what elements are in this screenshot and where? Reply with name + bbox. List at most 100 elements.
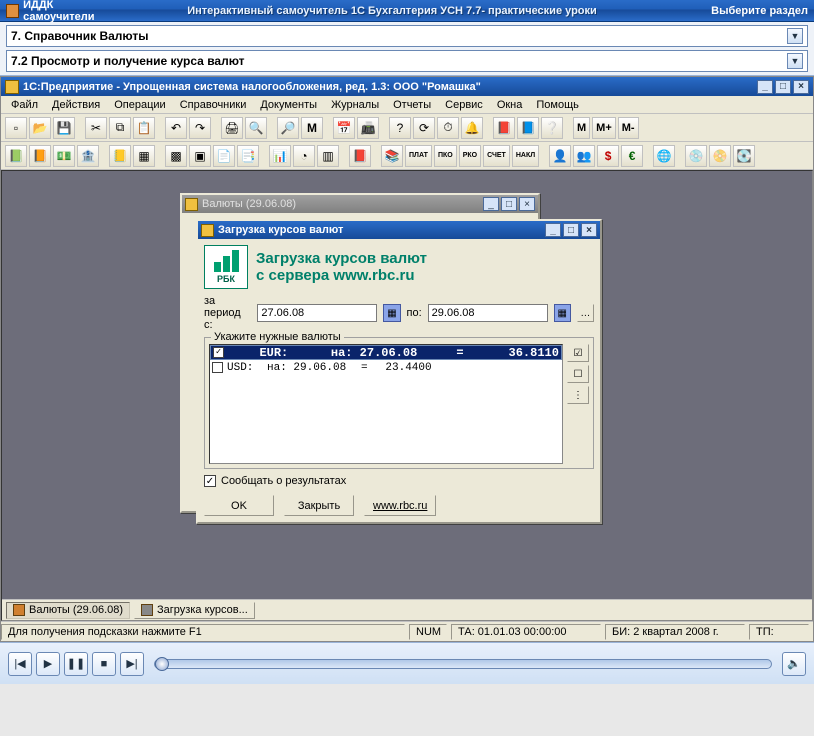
load-rates-max-button[interactable]: □ <box>563 223 579 237</box>
tb-redo-icon[interactable]: ↷ <box>189 117 211 139</box>
checkbox-eur[interactable]: ✓ <box>213 347 224 358</box>
tb-new-icon[interactable]: ▫ <box>5 117 27 139</box>
menu-help[interactable]: Помощь <box>530 98 585 112</box>
tb2-rko-icon[interactable]: РКО <box>459 145 481 167</box>
tb-save-icon[interactable]: 💾 <box>53 117 75 139</box>
notify-checkbox[interactable]: ✓ <box>204 475 216 487</box>
period-ellipsis-button[interactable]: … <box>577 304 594 322</box>
tb-timer-icon[interactable]: ⏱ <box>437 117 459 139</box>
app-maximize-button[interactable]: □ <box>775 80 791 94</box>
tb2-grid-icon[interactable]: ▩ <box>165 145 187 167</box>
currency-row-eur[interactable]: ✓ EUR: на: 27.06.08 = 36.8110 <box>210 345 562 360</box>
load-rates-close-button[interactable]: × <box>581 223 597 237</box>
tb-calendar-icon[interactable]: 📅 <box>333 117 355 139</box>
currencies-max-button[interactable]: □ <box>501 197 517 211</box>
player-mute-icon[interactable]: 🔈 <box>782 652 806 676</box>
menu-journals[interactable]: Журналы <box>325 98 385 112</box>
tb2-disk2-icon[interactable]: 📀 <box>709 145 731 167</box>
menu-reports[interactable]: Отчеты <box>387 98 437 112</box>
tb2-invoice-icon[interactable]: 📙 <box>29 145 51 167</box>
currency-list[interactable]: ✓ EUR: на: 27.06.08 = 36.8110 USD: <box>209 344 563 464</box>
player-stop-icon[interactable]: ■ <box>92 652 116 676</box>
tb2-disk1-icon[interactable]: 💿 <box>685 145 707 167</box>
menu-file[interactable]: Файл <box>5 98 44 112</box>
menu-documents[interactable]: Документы <box>254 98 323 112</box>
player-pause-icon[interactable]: ❚❚ <box>64 652 88 676</box>
date-to-input[interactable] <box>428 304 548 322</box>
rbc-link-button[interactable]: www.rbc.ru <box>364 495 436 516</box>
tb-mminus[interactable]: M- <box>618 117 639 139</box>
tb-preview-icon[interactable]: 🔍 <box>245 117 267 139</box>
window-load-rates[interactable]: Загрузка курсов валют _ □ × РБК <box>196 219 602 524</box>
tb-paste-icon[interactable]: 📋 <box>133 117 155 139</box>
tb2-plat-icon[interactable]: ПЛАТ <box>405 145 432 167</box>
tb-help-icon[interactable]: ❔ <box>541 117 563 139</box>
tb-open-icon[interactable]: 📂 <box>29 117 51 139</box>
tb2-dollar-icon[interactable]: $ <box>597 145 619 167</box>
tb2-pie-icon[interactable]: ◔ <box>293 145 315 167</box>
tb2-report-icon[interactable]: 📄 <box>213 145 235 167</box>
tb-mplus[interactable]: M+ <box>592 117 616 139</box>
player-next-icon[interactable]: ▶| <box>120 652 144 676</box>
app-close-button[interactable]: × <box>793 80 809 94</box>
task-load-rates[interactable]: Загрузка курсов... <box>134 602 255 619</box>
date-to-picker-icon[interactable]: ▦ <box>554 304 571 322</box>
menu-references[interactable]: Справочники <box>174 98 253 112</box>
tb-m[interactable]: M <box>573 117 590 139</box>
ok-button[interactable]: OK <box>204 495 274 516</box>
tb-calc-icon[interactable]: 📠 <box>357 117 379 139</box>
tb2-cash-icon[interactable]: 💵 <box>53 145 75 167</box>
player-play-icon[interactable]: ▶ <box>36 652 60 676</box>
select-all-button[interactable]: ☑ <box>567 344 589 362</box>
tb2-chart-icon[interactable]: 📊 <box>269 145 291 167</box>
tb-find-icon[interactable]: 🔎 <box>277 117 299 139</box>
tb2-euro-icon[interactable]: € <box>621 145 643 167</box>
currency-row-usd[interactable]: USD: на: 29.06.08 = 23.4400 <box>210 360 562 375</box>
tb2-ledger-icon[interactable]: 📒 <box>109 145 131 167</box>
tb2-table-icon[interactable]: ▦ <box>133 145 155 167</box>
tb-query-icon[interactable]: ? <box>389 117 411 139</box>
tb-undo-icon[interactable]: ↶ <box>165 117 187 139</box>
tb2-balance-icon[interactable]: 📗 <box>5 145 27 167</box>
tb-history-icon[interactable]: ⟳ <box>413 117 435 139</box>
tb-copy-icon[interactable]: ⧉ <box>109 117 131 139</box>
checkbox-usd[interactable] <box>212 362 223 373</box>
deselect-all-button[interactable]: ☐ <box>567 365 589 383</box>
load-rates-min-button[interactable]: _ <box>545 223 561 237</box>
chapter-select[interactable]: 7. Справочник Валюты ▼ <box>6 25 808 47</box>
tb2-books-icon[interactable]: 📚 <box>381 145 403 167</box>
menu-actions[interactable]: Действия <box>46 98 106 112</box>
player-prev-icon[interactable]: |◀ <box>8 652 32 676</box>
slider-knob[interactable] <box>155 657 169 671</box>
tb2-schet-icon[interactable]: СЧЕТ <box>483 145 510 167</box>
tb2-pko-icon[interactable]: ПКО <box>434 145 457 167</box>
tb2-board-icon[interactable]: ▣ <box>189 145 211 167</box>
tb-cut-icon[interactable]: ✂ <box>85 117 107 139</box>
lesson-dropdown-icon[interactable]: ▼ <box>787 53 803 69</box>
tb2-web-icon[interactable]: 🌐 <box>653 145 675 167</box>
menu-service[interactable]: Сервис <box>439 98 489 112</box>
lesson-select[interactable]: 7.2 Просмотр и получение курса валют ▼ <box>6 50 808 72</box>
player-slider[interactable] <box>154 659 772 669</box>
tb-print-icon[interactable]: 🖨 <box>221 117 243 139</box>
currencies-close-button[interactable]: × <box>519 197 535 211</box>
tb-bell-icon[interactable]: 🔔 <box>461 117 483 139</box>
tb2-bank-icon[interactable]: 🏦 <box>77 145 99 167</box>
tb-book-icon[interactable]: 📕 <box>493 117 515 139</box>
tb2-doc-icon[interactable]: 📑 <box>237 145 259 167</box>
currencies-min-button[interactable]: _ <box>483 197 499 211</box>
close-button[interactable]: Закрыть <box>284 495 354 516</box>
menu-windows[interactable]: Окна <box>491 98 529 112</box>
app-minimize-button[interactable]: _ <box>757 80 773 94</box>
tb2-person-icon[interactable]: 👤 <box>549 145 571 167</box>
tb2-people-icon[interactable]: 👥 <box>573 145 595 167</box>
chapter-dropdown-icon[interactable]: ▼ <box>787 28 803 44</box>
tb2-red-icon[interactable]: 📕 <box>349 145 371 167</box>
tb2-nakl-icon[interactable]: НАКЛ <box>512 145 539 167</box>
tb2-disk3-icon[interactable]: 💽 <box>733 145 755 167</box>
menu-operations[interactable]: Операции <box>108 98 171 112</box>
date-from-input[interactable] <box>257 304 377 322</box>
date-from-picker-icon[interactable]: ▦ <box>383 304 400 322</box>
tb-journal-icon[interactable]: 📘 <box>517 117 539 139</box>
tb-binoculars-icon[interactable]: M <box>301 117 323 139</box>
